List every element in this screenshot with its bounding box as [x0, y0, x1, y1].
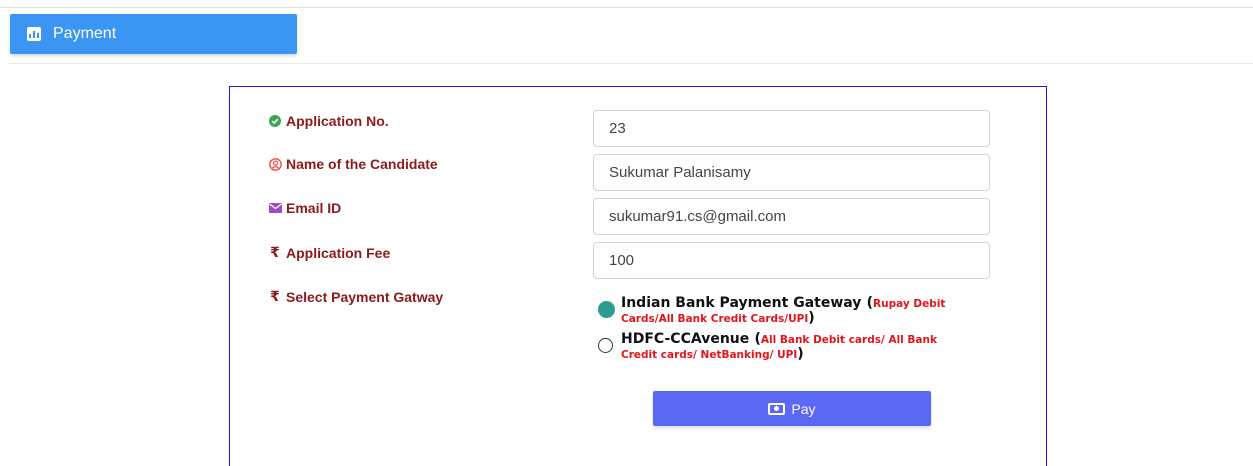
radio-unselected[interactable] — [598, 338, 613, 353]
radio-selected[interactable] — [598, 301, 615, 318]
top-divider — [0, 7, 1253, 8]
pay-button[interactable]: Pay — [653, 391, 931, 426]
user-circle-icon — [268, 157, 282, 171]
application-no-label: Application No. — [268, 113, 389, 129]
gateway-option-hdfc[interactable]: HDFC-CCAvenue (All Bank Debit cards/ All… — [598, 332, 971, 362]
rupee-icon: ₹ — [270, 244, 280, 260]
gateway-name: HDFC-CCAvenue — [621, 331, 750, 347]
payment-header: Payment — [10, 14, 297, 54]
bar-chart-icon — [27, 27, 41, 41]
email-field[interactable] — [593, 198, 990, 235]
application-no-field[interactable] — [593, 110, 990, 147]
gateway-option-indian-bank[interactable]: Indian Bank Payment Gateway (Rupay Debit… — [598, 296, 971, 326]
email-label: Email ID — [268, 200, 341, 216]
candidate-name-field[interactable] — [593, 154, 990, 191]
money-bill-icon — [768, 402, 786, 415]
gateway-name: Indian Bank Payment Gateway — [621, 295, 862, 311]
page-title: Payment — [53, 25, 117, 42]
candidate-name-label: Name of the Candidate — [268, 156, 438, 172]
check-circle-icon — [268, 115, 282, 127]
application-fee-field[interactable] — [593, 242, 990, 279]
rupee-icon: ₹ — [270, 288, 280, 304]
application-fee-label: ₹ Application Fee — [268, 244, 390, 261]
envelope-icon — [268, 203, 282, 213]
header-divider — [8, 63, 1253, 64]
payment-gateway-label: ₹ Select Payment Gatway — [268, 288, 443, 305]
